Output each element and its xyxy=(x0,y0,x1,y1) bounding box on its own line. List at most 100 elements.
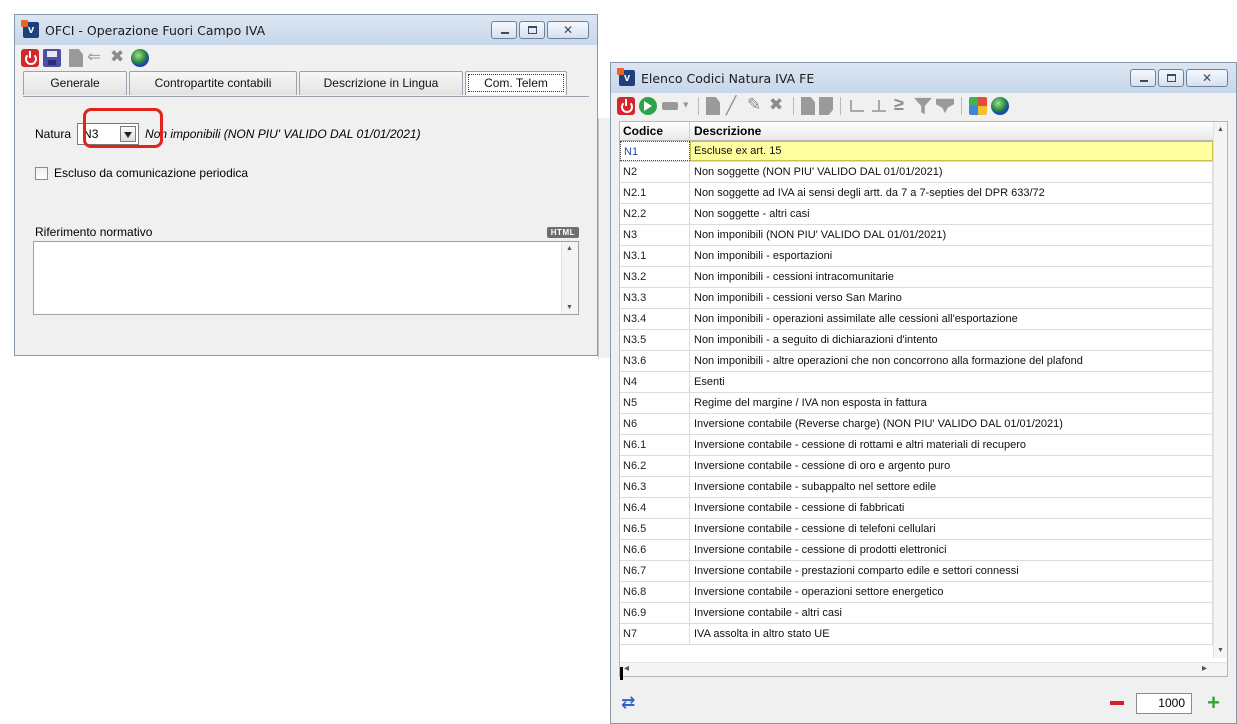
globe-icon[interactable] xyxy=(991,97,1009,115)
table-row[interactable]: N3.2 Non imponibili - cessioni intracomun… xyxy=(620,267,1227,288)
row-code: N2.1 xyxy=(620,183,690,203)
table-row[interactable]: N6.3 Inversione contabile - subappalto ne… xyxy=(620,477,1227,498)
row-cursor-marker xyxy=(620,667,623,680)
row-code: N6.5 xyxy=(620,519,690,539)
sort-ascending-icon[interactable] xyxy=(848,97,866,115)
greater-equal-icon[interactable] xyxy=(892,94,910,115)
document-icon[interactable] xyxy=(69,49,83,67)
vertical-scrollbar[interactable] xyxy=(1213,122,1227,658)
table-row[interactable]: N6 Inversione contabile (Reverse charge) … xyxy=(620,414,1227,435)
column-header-codice[interactable]: Codice xyxy=(620,122,690,140)
close-button[interactable]: ✕ xyxy=(547,21,589,39)
close-button[interactable]: ✕ xyxy=(1186,69,1228,87)
table-row[interactable]: N2.2 Non soggette - altri casi xyxy=(620,204,1227,225)
column-header-descrizione[interactable]: Descrizione xyxy=(690,122,1213,140)
table-row[interactable]: N3.5 Non imponibili - a seguito di dichia… xyxy=(620,330,1227,351)
row-code: N7 xyxy=(620,624,690,644)
print-icon[interactable] xyxy=(661,97,679,117)
row-description: Non soggette ad IVA ai sensi degli artt.… xyxy=(690,183,1213,203)
table-row[interactable]: N6.4 Inversione contabile - cessione di f… xyxy=(620,498,1227,519)
globe-icon[interactable] xyxy=(131,49,149,67)
minimize-button[interactable] xyxy=(1130,69,1156,87)
sort-descending-icon[interactable] xyxy=(870,97,888,115)
refresh-icon[interactable]: ⇄ xyxy=(621,693,635,713)
minimize-button[interactable] xyxy=(491,21,517,39)
maximize-button[interactable] xyxy=(1158,69,1184,87)
note-icon[interactable] xyxy=(819,97,833,115)
tab-com-telem[interactable]: Com. Telem xyxy=(465,71,567,95)
power-icon[interactable] xyxy=(617,97,635,115)
table-row[interactable]: N1 Escluse ex art. 15 xyxy=(620,141,1227,162)
filter-remove-icon[interactable] xyxy=(936,98,954,114)
power-icon[interactable] xyxy=(21,49,39,67)
brush-icon[interactable] xyxy=(746,95,764,115)
toolbar-separator xyxy=(793,97,794,115)
table-row[interactable]: N6.6 Inversione contabile - cessione di p… xyxy=(620,540,1227,561)
tab-generale[interactable]: Generale xyxy=(23,71,127,95)
row-description: Inversione contabile - cessione di rotta… xyxy=(690,435,1213,455)
row-code: N6.6 xyxy=(620,540,690,560)
table-row[interactable]: N6.5 Inversione contabile - cessione di t… xyxy=(620,519,1227,540)
elenco-titlebar[interactable]: v Elenco Codici Natura IVA FE ✕ xyxy=(611,63,1236,93)
toolbar-separator xyxy=(961,97,962,115)
row-description: Non soggette - altri casi xyxy=(690,204,1213,224)
table-row[interactable]: N6.8 Inversione contabile - operazioni se… xyxy=(620,582,1227,603)
row-code: N2.2 xyxy=(620,204,690,224)
filter-icon[interactable] xyxy=(914,97,932,115)
table-row[interactable]: N6.7 Inversione contabile - prestazioni c… xyxy=(620,561,1227,582)
table-row[interactable]: N6.1 Inversione contabile - cessione di r… xyxy=(620,435,1227,456)
list-footer: ⇄ 1000 + xyxy=(619,689,1228,717)
riferimento-scrollbar[interactable] xyxy=(561,242,578,314)
ofci-titlebar[interactable]: v OFCI - Operazione Fuori Campo IVA ✕ xyxy=(15,15,597,45)
decrease-limit-icon[interactable] xyxy=(1110,701,1124,705)
table-row[interactable]: N3.6 Non imponibili - altre operazioni ch… xyxy=(620,351,1227,372)
increase-limit-icon[interactable]: + xyxy=(1207,692,1220,714)
table-row[interactable]: N3.1 Non imponibili - esportazioni xyxy=(620,246,1227,267)
ofci-window: v OFCI - Operazione Fuori Campo IVA ✕ Ge… xyxy=(14,14,598,356)
natura-highlight-annotation xyxy=(83,108,163,148)
row-code: N1 xyxy=(620,141,690,161)
table-row[interactable]: N6.2 Inversione contabile - cessione di o… xyxy=(620,456,1227,477)
row-code: N6.1 xyxy=(620,435,690,455)
print-dropdown-icon[interactable] xyxy=(683,97,691,115)
horizontal-scrollbar[interactable] xyxy=(620,662,1227,676)
row-description: Non imponibili - operazioni assimilate a… xyxy=(690,309,1213,329)
toolbar-separator xyxy=(698,97,699,115)
row-limit-field[interactable]: 1000 xyxy=(1136,693,1192,714)
new-document-icon[interactable] xyxy=(706,97,720,115)
codici-grid: Codice Descrizione N1 Escluse ex art. 15 N… xyxy=(619,121,1228,677)
table-row[interactable]: N3.4 Non imponibili - operazioni assimila… xyxy=(620,309,1227,330)
grid-layout-icon[interactable] xyxy=(969,97,987,115)
table-row[interactable]: N3.3 Non imponibili - cessioni verso San … xyxy=(620,288,1227,309)
table-row[interactable]: N6.9 Inversione contabile - altri casi xyxy=(620,603,1227,624)
play-icon[interactable] xyxy=(639,97,657,115)
row-code: N3.6 xyxy=(620,351,690,371)
copy-document-icon[interactable] xyxy=(801,97,815,115)
natura-description: Non imponibili (NON PIU' VALIDO DAL 01/0… xyxy=(145,127,421,141)
table-row[interactable]: N3 Non imponibili (NON PIU' VALIDO DAL 01… xyxy=(620,225,1227,246)
riferimento-textarea[interactable] xyxy=(33,241,579,315)
delete-icon[interactable] xyxy=(109,47,127,67)
table-row[interactable]: N2.1 Non soggette ad IVA ai sensi degli a… xyxy=(620,183,1227,204)
row-description: Inversione contabile - cessione di prodo… xyxy=(690,540,1213,560)
edit-icon[interactable] xyxy=(724,96,742,116)
maximize-button[interactable] xyxy=(519,21,545,39)
table-row[interactable]: N4 Esenti xyxy=(620,372,1227,393)
row-code: N3 xyxy=(620,225,690,245)
escluso-checkbox[interactable] xyxy=(35,166,48,180)
table-row[interactable]: N2 Non soggette (NON PIU' VALIDO DAL 01/0… xyxy=(620,162,1227,183)
background-window-edge xyxy=(598,118,610,358)
grid-header: Codice Descrizione xyxy=(620,122,1227,141)
grid-body: N1 Escluse ex art. 15 N2 Non soggette (NON … xyxy=(620,141,1227,645)
row-description: Non imponibili - esportazioni xyxy=(690,246,1213,266)
back-arrow-icon[interactable] xyxy=(87,47,105,67)
save-icon[interactable] xyxy=(43,49,61,67)
row-description: Escluse ex art. 15 xyxy=(690,141,1213,161)
tab-contropartite[interactable]: Contropartite contabili xyxy=(129,71,297,95)
table-row[interactable]: N5 Regime del margine / IVA non esposta i… xyxy=(620,393,1227,414)
delete-icon[interactable] xyxy=(768,95,786,115)
tab-descrizione-lingua[interactable]: Descrizione in Lingua xyxy=(299,71,463,95)
row-description: Regime del margine / IVA non esposta in … xyxy=(690,393,1213,413)
table-row[interactable]: N7 IVA assolta in altro stato UE xyxy=(620,624,1227,645)
html-editor-button[interactable]: HTML xyxy=(546,227,579,238)
